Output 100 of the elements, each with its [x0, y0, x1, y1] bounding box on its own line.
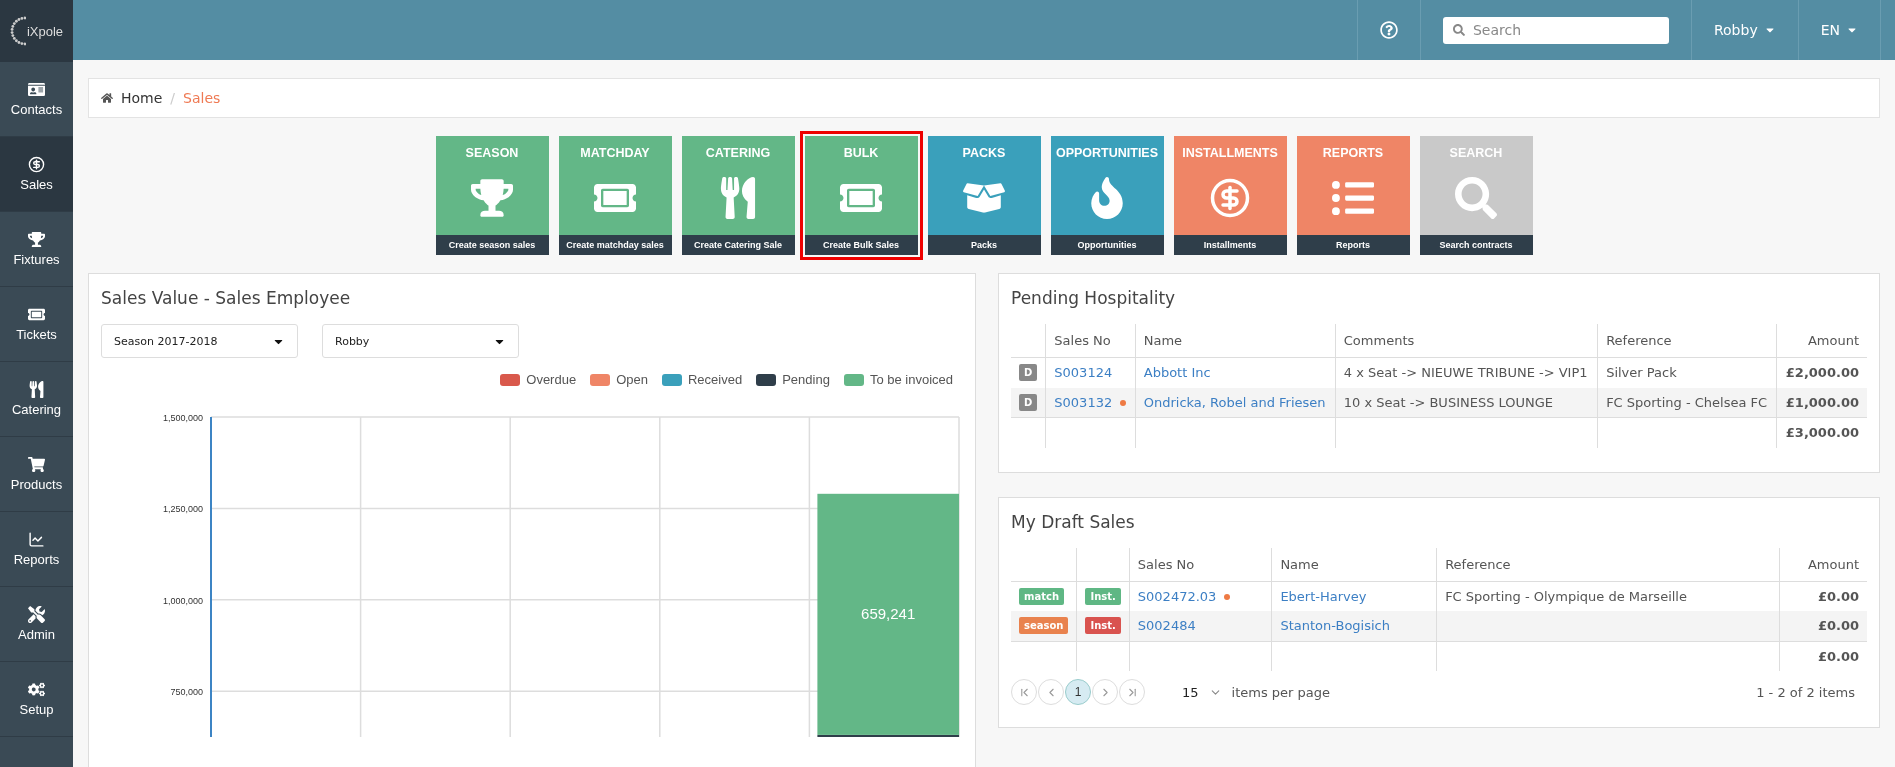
tile-caption: Create Catering Sale	[681, 235, 795, 255]
first-page-button[interactable]	[1011, 679, 1037, 705]
legend-item: Pending	[756, 372, 830, 387]
customer-link[interactable]: Ebert-Harvey	[1280, 588, 1367, 604]
column-header: Name	[1271, 547, 1437, 581]
amount-cell: £1,000.00	[1776, 387, 1867, 418]
sales-number-link[interactable]: S002472.03	[1137, 588, 1217, 604]
tile-title: MATCHDAY	[579, 146, 651, 160]
dollar-coin-icon	[1209, 176, 1251, 219]
amount-cell: £2,000.00	[1776, 357, 1867, 388]
status-badge: D	[1019, 364, 1038, 382]
search-placeholder: Search	[1472, 22, 1522, 38]
ticket-icon	[28, 306, 45, 323]
y-tick-label: 1,250,000	[162, 504, 203, 515]
contact-card-icon	[28, 81, 45, 98]
column-header: Sales No	[1045, 324, 1136, 358]
sidebar-item[interactable]: Tickets	[0, 287, 73, 362]
total-amount: £0.00	[1779, 641, 1867, 671]
previous-page-button[interactable]	[1038, 679, 1064, 705]
filter-select[interactable]: Robby	[322, 324, 519, 358]
panel-title: My Draft Sales	[1011, 511, 1136, 532]
logo-text: iXpole	[26, 23, 64, 39]
column-header: Comments	[1335, 324, 1598, 358]
trophy-icon	[471, 176, 513, 219]
sidebar-item[interactable]: Sales	[0, 137, 73, 212]
tile-caption: Search contracts	[1419, 235, 1533, 255]
logo[interactable]: iXpole	[0, 0, 73, 62]
table-cell: 10 x Seat -> BUSINESS LOUNGE	[1335, 387, 1598, 418]
table-cell: Silver Pack	[1597, 357, 1777, 388]
sale-type-tag: match	[1019, 587, 1064, 605]
tile-title: OPPORTUNITIES	[1054, 146, 1160, 160]
tile-title: CATERING	[704, 146, 772, 160]
gears-icon	[28, 681, 45, 698]
tile-title: BULK	[842, 146, 880, 160]
sales-number-link[interactable]: S003132	[1054, 394, 1113, 410]
help-icon[interactable]	[1379, 21, 1398, 39]
legend-item: To be invoiced	[843, 372, 953, 387]
y-tick-label: 750,000	[170, 687, 203, 698]
sidebar-item[interactable]: Products	[0, 437, 73, 512]
legend-item: Open	[590, 372, 648, 387]
sidebar-item[interactable]: Admin	[0, 587, 73, 662]
sale-type-tag: season	[1019, 617, 1069, 635]
page-size-label: items per page	[1231, 684, 1331, 700]
language-menu[interactable]: EN	[1797, 0, 1880, 60]
customer-link[interactable]: Abbott Inc	[1143, 365, 1211, 381]
table-cell: FC Sporting - Chelsea FC	[1597, 387, 1777, 418]
breadcrumb-link[interactable]: Home	[121, 90, 163, 106]
line-chart-icon	[28, 531, 45, 548]
column-header: Amount	[1779, 547, 1867, 581]
installment-tag: Inst.	[1085, 617, 1121, 635]
last-page-button[interactable]	[1119, 679, 1145, 705]
home-icon	[101, 92, 113, 104]
bar-value-label: 659,241	[861, 605, 916, 623]
installment-tag: Inst.	[1085, 587, 1121, 605]
tile-caption: Opportunities	[1050, 235, 1164, 255]
dollar-coin-icon	[28, 156, 45, 173]
search-icon	[1455, 176, 1497, 219]
column-header: Amount	[1776, 324, 1867, 358]
sidebar-item[interactable]: Setup	[0, 662, 73, 737]
search-icon	[1452, 24, 1465, 36]
sidebar-item[interactable]: Catering	[0, 362, 73, 437]
panel-title: Pending Hospitality	[1011, 288, 1177, 308]
column-header: Name	[1135, 324, 1336, 358]
legend-item: Overdue	[500, 372, 577, 387]
next-page-button[interactable]	[1092, 679, 1118, 705]
customer-link[interactable]: Ondricka, Robel and Friesen	[1143, 394, 1326, 410]
trophy-icon	[28, 231, 45, 248]
cart-icon	[28, 456, 45, 473]
sales-number-link[interactable]: S003124	[1054, 365, 1113, 381]
tile-title: PACKS	[961, 146, 1007, 160]
legend-item: Received	[661, 372, 743, 387]
tile-caption: Reports	[1296, 235, 1410, 255]
table-cell: 4 x Seat -> NIEUWE TRIBUNE -> VIP1	[1335, 357, 1598, 388]
y-tick-label: 1,000,000	[162, 595, 203, 606]
user-menu[interactable]: Robby	[1690, 0, 1798, 60]
customer-link[interactable]: Stanton-Bogisich	[1280, 618, 1390, 634]
page-button[interactable]: 1	[1065, 679, 1091, 705]
search-field[interactable]: Search	[1442, 16, 1669, 44]
tile-caption: Installments	[1173, 235, 1287, 255]
dotted-circle-icon	[9, 16, 26, 46]
amount-cell: £0.00	[1779, 611, 1867, 641]
tools-icon	[28, 606, 45, 623]
sales-tile[interactable]: BULK Create Bulk Sales	[799, 131, 923, 260]
pager-summary: 1 - 2 of 2 items	[1756, 684, 1855, 700]
breadcrumb-separator: /	[170, 90, 176, 106]
tile-title: REPORTS	[1321, 146, 1385, 160]
total-amount: £3,000.00	[1776, 417, 1867, 448]
tile-caption: Packs	[927, 235, 1041, 255]
tile-title: SEASON	[464, 146, 520, 160]
column-header: Reference	[1597, 324, 1777, 358]
sales-number-link[interactable]: S002484	[1137, 618, 1196, 634]
tile-caption: Create season sales	[435, 235, 549, 255]
panel-title: Sales Value - Sales Employee	[101, 288, 352, 308]
sidebar-item[interactable]: Fixtures	[0, 212, 73, 287]
page-size-value[interactable]: 15	[1182, 684, 1199, 700]
fork-knife-icon	[28, 381, 45, 398]
y-tick-label: 1,500,000	[162, 413, 203, 423]
sidebar-item[interactable]: Reports	[0, 512, 73, 587]
column-header: Reference	[1436, 547, 1779, 581]
filter-select[interactable]: Season 2017-2018	[101, 324, 298, 358]
